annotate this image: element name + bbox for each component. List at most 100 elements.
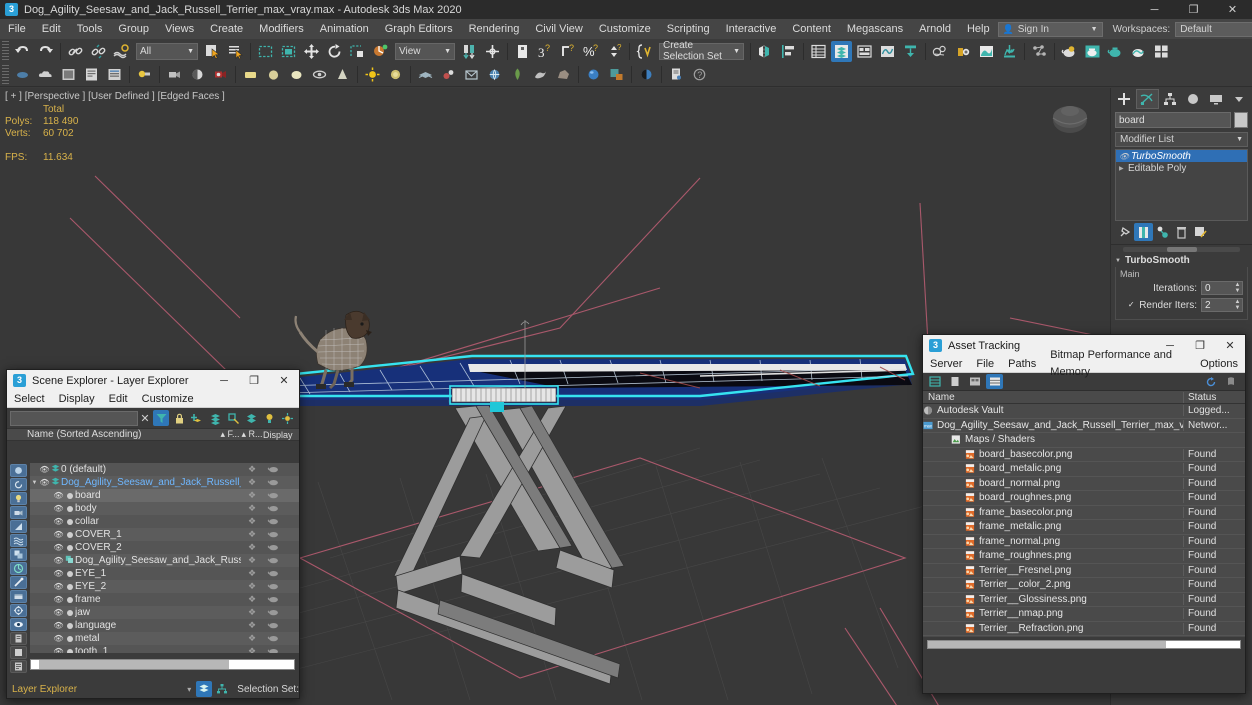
groups-icon[interactable] <box>10 548 27 561</box>
menu-file[interactable]: File <box>969 356 1001 373</box>
select-and-place-icon[interactable] <box>370 41 391 62</box>
asset-row[interactable]: frame_basecolor.png Found <box>923 506 1245 520</box>
layer-stack-icon[interactable] <box>207 410 223 426</box>
eye-icon[interactable]: 👁 <box>53 504 64 513</box>
display-cell[interactable] <box>263 555 299 566</box>
modifier-stack-item-turbosmooth[interactable]: 👁 TurboSmooth <box>1116 150 1247 162</box>
menu-help[interactable]: Help <box>959 19 998 39</box>
align-icon[interactable] <box>778 41 799 62</box>
box-primitive-icon[interactable] <box>240 64 261 85</box>
display-cell[interactable] <box>263 477 299 488</box>
globe-icon[interactable] <box>484 64 505 85</box>
minimize-button[interactable]: ─ <box>1135 0 1174 19</box>
refresh-icon[interactable] <box>1202 374 1219 389</box>
menu-paths[interactable]: Paths <box>1001 356 1043 373</box>
select-and-manipulate-icon[interactable] <box>482 41 503 62</box>
column-frozen[interactable]: ▴ F... <box>219 429 241 440</box>
display-cell[interactable] <box>263 464 299 475</box>
filter-icon[interactable] <box>153 410 169 426</box>
menu-server[interactable]: Server <box>923 356 969 373</box>
display-cell[interactable] <box>263 568 299 579</box>
scene-explorer-icon[interactable] <box>808 41 829 62</box>
display-cell[interactable] <box>263 607 299 618</box>
frozen-icon[interactable] <box>10 646 27 659</box>
render-in-cloud-icon[interactable] <box>1029 41 1050 62</box>
frozen-cell[interactable]: ❖ <box>241 568 263 579</box>
named-selection-sets-icon[interactable] <box>634 41 655 62</box>
motion-tab[interactable] <box>1182 89 1205 109</box>
menu-animation[interactable]: Animation <box>312 19 377 39</box>
contrast-icon[interactable] <box>636 64 657 85</box>
frozen-cell[interactable]: ❖ <box>241 477 263 488</box>
frozen-cell[interactable]: ❖ <box>241 503 263 514</box>
menu-create[interactable]: Create <box>202 19 251 39</box>
render-production-icon[interactable] <box>999 41 1020 62</box>
teapot-icon[interactable] <box>1105 41 1126 62</box>
minimize-button[interactable]: ─ <box>209 370 239 391</box>
select-by-name-icon[interactable] <box>225 41 246 62</box>
frozen-cell[interactable]: ❖ <box>241 542 263 553</box>
geometry-eye-icon[interactable] <box>10 618 27 631</box>
asset-row[interactable]: Terrier__Refraction.png Found <box>923 622 1245 636</box>
spinner-arrows-icon[interactable]: ▲ ▼ <box>1233 282 1242 294</box>
rendered-frame-window-icon[interactable] <box>976 41 997 62</box>
column-status[interactable]: Status <box>1183 391 1245 403</box>
teapot-gear-icon[interactable] <box>1059 41 1080 62</box>
mirror-icon[interactable] <box>755 41 776 62</box>
layer-row[interactable]: 👁 tooth_1 ❖ <box>30 645 299 653</box>
mesh-envelope-icon[interactable] <box>461 64 482 85</box>
eye-icon[interactable]: 👁 <box>53 634 64 643</box>
frozen-cell[interactable]: ❖ <box>241 529 263 540</box>
eye-icon[interactable]: 👁 <box>53 517 64 526</box>
column-render[interactable]: ▴ R... <box>241 429 263 440</box>
view-cube-icon[interactable] <box>1048 98 1092 138</box>
menu-display[interactable]: Display <box>52 391 102 408</box>
asset-tracking-window[interactable]: 3 Asset Tracking ─ ❐ ✕ Server File Paths… <box>922 334 1246 694</box>
eye-icon[interactable]: 👁 <box>39 478 50 487</box>
plane-layers-icon[interactable] <box>415 64 436 85</box>
display-cell[interactable] <box>263 503 299 514</box>
workspace-dropdown[interactable]: Default ▼ <box>1175 21 1252 37</box>
menu-file[interactable]: File <box>0 19 34 39</box>
frozen-cell[interactable]: ❖ <box>241 646 263 653</box>
image-icon[interactable] <box>58 64 79 85</box>
menu-tools[interactable]: Tools <box>69 19 111 39</box>
remove-modifier-icon[interactable] <box>1172 223 1191 241</box>
render-setup-icon[interactable] <box>953 41 974 62</box>
display-cell[interactable] <box>263 542 299 553</box>
layer-row[interactable]: 👁 Dog_Agility_Seesaw_and_Jack_Russell_Ter… <box>30 554 299 567</box>
menu-select[interactable]: Select <box>7 391 52 408</box>
select-and-link-icon[interactable] <box>65 41 86 62</box>
notes-icon[interactable] <box>10 632 27 645</box>
display-tab[interactable] <box>1204 89 1227 109</box>
maximize-button[interactable]: ❐ <box>239 370 269 391</box>
modifier-stack-item-editable-poly[interactable]: ▶ Editable Poly <box>1116 162 1247 174</box>
clear-search-icon[interactable]: ✕ <box>138 412 152 425</box>
menu-edit[interactable]: Edit <box>34 19 69 39</box>
menu-customize[interactable]: Customize <box>135 391 201 408</box>
light-icon[interactable] <box>134 64 155 85</box>
layer-row[interactable]: 👁 EYE_1 ❖ <box>30 567 299 580</box>
frozen-cell[interactable]: ❖ <box>241 581 263 592</box>
eye-icon[interactable]: 👁 <box>53 582 64 591</box>
asset-row[interactable]: board_metalic.png Found <box>923 462 1245 477</box>
bones-icon[interactable] <box>10 576 27 589</box>
layers-icon[interactable] <box>243 410 259 426</box>
toolbar-grip[interactable] <box>2 64 9 85</box>
layer-row[interactable]: 👁 EYE_2 ❖ <box>30 580 299 593</box>
camera-icon[interactable] <box>164 64 185 85</box>
eye-icon[interactable]: 👁 <box>53 530 64 539</box>
object-name-field[interactable]: board <box>1115 112 1231 128</box>
display-cell[interactable] <box>263 529 299 540</box>
display-cell[interactable] <box>263 633 299 644</box>
menu-rendering[interactable]: Rendering <box>461 19 528 39</box>
coin-icon[interactable] <box>385 64 406 85</box>
panel-scroll-handle[interactable] <box>1123 247 1240 252</box>
menu-views[interactable]: Views <box>157 19 202 39</box>
horizontal-scrollbar[interactable] <box>30 659 295 670</box>
ribbon-toggle-icon[interactable] <box>854 41 875 62</box>
menu-interactive[interactable]: Interactive <box>718 19 785 39</box>
frozen-cell[interactable]: ❖ <box>241 555 263 566</box>
eye-icon[interactable]: 👁 <box>53 569 64 578</box>
display-cell[interactable] <box>263 516 299 527</box>
